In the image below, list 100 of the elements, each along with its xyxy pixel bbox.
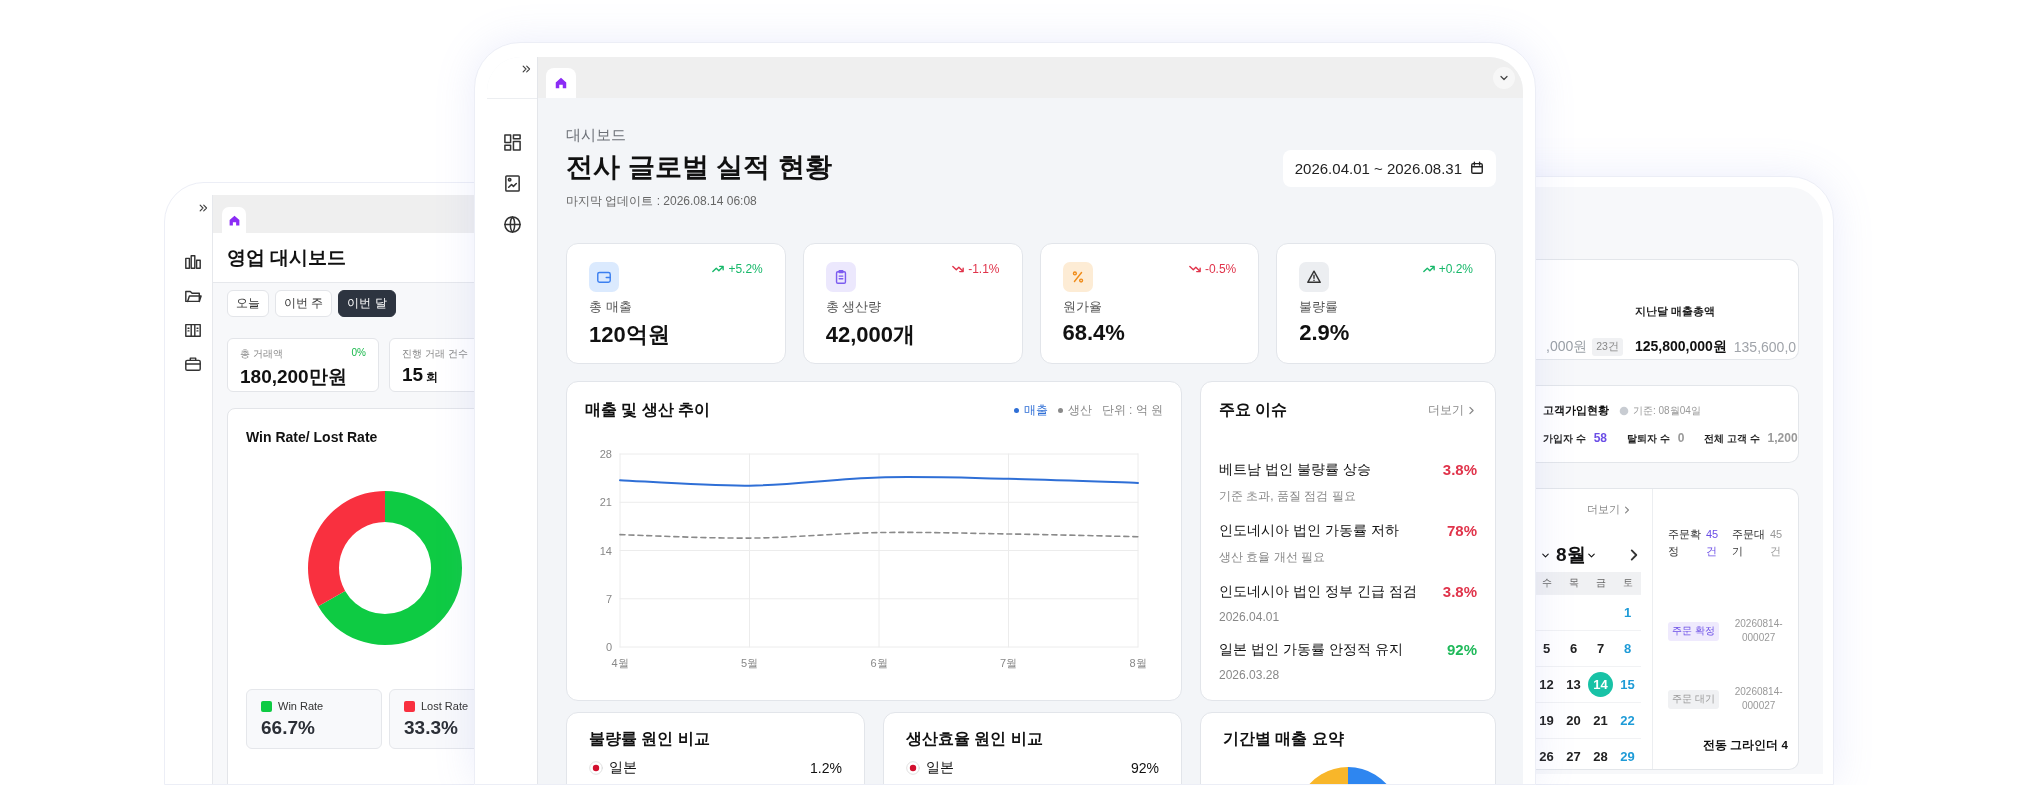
- expand-icon[interactable]: [521, 64, 531, 74]
- x-tick-label: 7월: [999, 657, 1018, 669]
- flag-icon: [589, 761, 603, 775]
- issue-value: 3.8%: [1442, 461, 1477, 479]
- issue-value: 92%: [1446, 641, 1477, 659]
- stat-label: 전체 고객 수: [1704, 433, 1760, 446]
- legend-swatch: [1013, 408, 1019, 413]
- chart-title: Win Rate/ Lost Rate: [246, 429, 379, 445]
- kpi-label: 불량률: [1299, 298, 1340, 316]
- briefcase-icon[interactable]: [183, 355, 202, 373]
- info-icon: [1619, 405, 1629, 416]
- kpi-label: 진행 거래 건수: [402, 347, 468, 361]
- kpi-change: +0.2%: [1438, 262, 1473, 276]
- calendar-day[interactable]: 28: [1593, 749, 1608, 764]
- more-link[interactable]: 더보기: [1587, 503, 1632, 517]
- kpi-change: -1.1%: [968, 262, 1000, 276]
- kpi-value: 15: [402, 364, 424, 386]
- order-stat-label: 주문대기: [1732, 527, 1766, 559]
- order-number: 20260814-000027: [1733, 617, 1784, 645]
- weekday-label: 목: [1568, 576, 1579, 590]
- dropdown-button[interactable]: [1493, 66, 1515, 89]
- calendar-icon: [1470, 161, 1484, 175]
- weekday-label: 수: [1541, 576, 1552, 590]
- page-title: 영업 대시보드: [213, 233, 474, 283]
- issue-note: 2026.03.28: [1219, 668, 1281, 682]
- issue-title: 인도네시아 법인 가동률 저하: [1219, 522, 1399, 540]
- page-title: 전사 글로벌 실적 현황: [566, 151, 832, 184]
- country-label: 일본: [926, 759, 954, 777]
- period-tab[interactable]: 오늘: [227, 290, 269, 317]
- stat-value: 58: [1593, 431, 1607, 445]
- more-link[interactable]: 더보기: [1428, 402, 1477, 419]
- calendar-day[interactable]: 5: [1542, 641, 1551, 656]
- kpi-value: 2.9%: [1299, 320, 1351, 346]
- status-tag: 주문 확정: [1668, 621, 1719, 641]
- product-name: 전동 그라인더 4: [1703, 738, 1788, 753]
- card-title: 고객가입현황: [1543, 403, 1609, 418]
- x-tick-label: 6월: [870, 657, 888, 669]
- dashboard-icon[interactable]: [502, 133, 522, 152]
- globe-icon[interactable]: [502, 215, 522, 234]
- calendar-day[interactable]: 20: [1566, 713, 1581, 728]
- card-title: 기간별 매출 요약: [1223, 729, 1345, 749]
- home-icon: [554, 76, 568, 90]
- expand-icon[interactable]: [198, 203, 208, 213]
- legend-label: 매출: [1023, 402, 1048, 419]
- kpi-value: 68.4%: [1062, 320, 1126, 346]
- stat-value: 1,200: [1767, 431, 1798, 445]
- weekday-label: 토: [1622, 576, 1633, 590]
- period-tab[interactable]: 이번 주: [275, 290, 333, 317]
- issue-value: 78%: [1446, 522, 1477, 540]
- home-tab[interactable]: [222, 207, 246, 233]
- y-tick-label: 21: [599, 496, 612, 509]
- calendar-day[interactable]: 7: [1596, 641, 1605, 656]
- flag-icon: [906, 761, 920, 775]
- weekday-label: 금: [1595, 576, 1606, 590]
- calendar-day[interactable]: 6: [1569, 641, 1578, 656]
- calendar-day[interactable]: 12: [1539, 677, 1554, 692]
- period-tab[interactable]: 이번 달: [338, 290, 396, 317]
- calendar-day[interactable]: 21: [1593, 713, 1608, 728]
- month-label[interactable]: 8월: [1556, 542, 1586, 568]
- chart-title: 매출 및 생산 추이: [585, 400, 711, 420]
- bar-chart-icon[interactable]: [183, 253, 202, 271]
- report-icon[interactable]: [502, 174, 522, 193]
- kpi-value: 42,000개: [825, 321, 917, 349]
- card-title: 생산효율 원인 비교: [906, 729, 1044, 749]
- country-value: 92%: [1130, 760, 1159, 776]
- warning-icon: [1306, 269, 1323, 285]
- stat-label: 가입자 수: [1543, 433, 1586, 446]
- sales-label: 지난달 매출총액: [1634, 305, 1716, 319]
- issue-title: 인도네시아 법인 정부 긴급 점검: [1219, 583, 1417, 601]
- kpi-value: 180,200만원: [240, 365, 347, 389]
- sales-amount: 125,800,000원: [1634, 337, 1727, 356]
- issue-title: 일본 법인 가동률 안정적 유지: [1219, 641, 1403, 659]
- stat-value: 0: [1677, 431, 1685, 445]
- basis-date: 기준: 08월04일: [1633, 403, 1701, 418]
- calendar-day[interactable]: 19: [1539, 713, 1554, 728]
- kpi-value: 120억원: [589, 321, 671, 349]
- compare-amount: 135,600,0: [1733, 338, 1797, 355]
- country-label: 일본: [609, 759, 637, 777]
- legend-swatch: [1057, 408, 1063, 413]
- calendar-day[interactable]: 26: [1539, 749, 1554, 764]
- calendar-day[interactable]: 13: [1566, 677, 1581, 692]
- issue-title: 베트남 법인 불량률 상승: [1219, 461, 1371, 479]
- kpi-change: 0%: [351, 347, 366, 360]
- date-range-picker[interactable]: 2026.04.01 ~ 2026.08.31: [1282, 149, 1496, 187]
- y-tick-label: 7: [605, 592, 612, 605]
- chevron-right-icon: [1622, 505, 1632, 515]
- building-icon[interactable]: [183, 321, 202, 339]
- stat-label: 탈퇴자 수: [1627, 433, 1670, 446]
- breadcrumb: 대시보드: [566, 126, 627, 145]
- order-stat-label: 주문확정: [1668, 527, 1702, 559]
- unit-label: 단위 : 억 원: [1101, 402, 1163, 419]
- home-tab[interactable]: [546, 68, 576, 98]
- issue-value: 3.8%: [1442, 583, 1477, 601]
- kpi-change: -0.5%: [1204, 262, 1237, 276]
- kpi-label: 원가율: [1062, 298, 1103, 316]
- issue-note: 기준 초과, 품질 점검 필요: [1219, 488, 1357, 505]
- count-badge: 23건: [1592, 337, 1623, 356]
- calendar-day[interactable]: 27: [1566, 749, 1581, 764]
- x-tick-label: 4월: [611, 657, 629, 669]
- x-tick-label: 8월: [1129, 657, 1147, 669]
